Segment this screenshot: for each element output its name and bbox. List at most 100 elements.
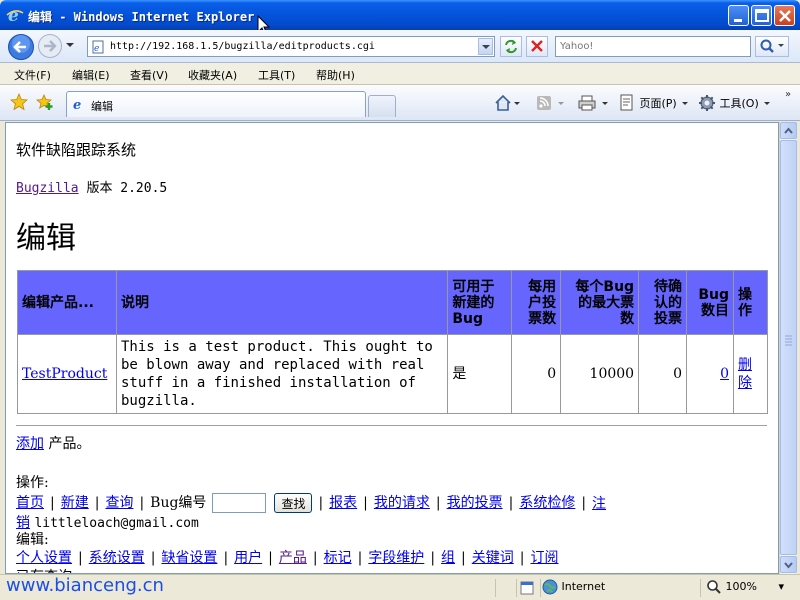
print-button[interactable] <box>578 94 610 112</box>
status-cell-security <box>516 579 538 597</box>
scroll-thumb[interactable] <box>780 140 797 555</box>
title-bar: e 编辑 - Windows Internet Explorer <box>0 0 800 36</box>
edit-whining-link[interactable]: 订阅 <box>530 550 558 566</box>
svg-text:e: e <box>94 44 99 54</box>
add-product-line: 添加 产品。 <box>16 433 90 453</box>
svg-text:e: e <box>73 98 81 111</box>
delete-link[interactable]: 删除 <box>738 357 752 391</box>
edit-parameters-link[interactable]: 系统设置 <box>89 550 145 566</box>
tab-bar: e 编辑 页面(P) 工具(O) » <box>0 85 800 121</box>
separator: | <box>461 550 466 566</box>
scroll-down-button[interactable] <box>780 556 797 573</box>
col-header-votes-to-confirm: 待确认的投票 <box>638 270 688 335</box>
security-zone[interactable]: Internet <box>542 579 605 597</box>
edit-fields-link[interactable]: 字段维护 <box>368 550 424 566</box>
search-input[interactable] <box>558 38 748 55</box>
page-menu-button[interactable]: 页面(P) <box>618 94 690 112</box>
search-button[interactable] <box>755 36 789 57</box>
edit-products-link[interactable]: 产品 <box>279 550 307 566</box>
url-text[interactable]: http://192.168.1.5/bugzilla/editproducts… <box>110 41 375 52</box>
favorites-star-icon[interactable] <box>10 93 28 111</box>
menu-bar: 文件(F) 编辑(E) 查看(V) 收藏夹(A) 工具(T) 帮助(H) <box>0 63 800 85</box>
product-link[interactable]: TestProduct <box>22 366 107 382</box>
svg-text:e: e <box>8 6 19 24</box>
actions-label: 操作: <box>16 475 49 491</box>
add-favorite-icon[interactable] <box>36 93 54 111</box>
version-line: Bugzilla 版本 2.20.5 <box>16 177 167 196</box>
separator: | <box>430 550 436 566</box>
bug-number-input[interactable] <box>212 493 267 513</box>
window-title: 编辑 - Windows Internet Explorer <box>28 10 255 24</box>
action-logout-link[interactable]: 注销 <box>592 493 606 513</box>
chevron-right-icon[interactable]: » <box>785 89 791 100</box>
scroll-up-button[interactable] <box>780 122 797 139</box>
saved-searches-label: 已存查询 <box>16 566 72 573</box>
forward-button[interactable] <box>37 33 63 59</box>
chevron-down-icon <box>682 102 689 105</box>
vertical-scrollbar[interactable] <box>779 122 797 574</box>
bug-count-link[interactable]: 0 <box>720 366 729 382</box>
cell-product: TestProduct <box>17 334 117 414</box>
action-home-link[interactable]: 首页 <box>16 495 44 511</box>
col-header-product: 编辑产品... <box>17 270 117 335</box>
new-tab-button[interactable] <box>368 95 396 117</box>
chevron-down-icon[interactable] <box>65 40 75 50</box>
stop-button[interactable] <box>526 36 548 57</box>
refresh-icon <box>505 39 517 54</box>
watermark-text: www.bianceng.cn <box>6 575 164 596</box>
globe-icon <box>542 579 558 595</box>
menu-edit[interactable]: 编辑(E) <box>72 67 110 83</box>
edit-groups-link[interactable]: 组 <box>441 550 455 566</box>
col-header-votes-per-user: 每用户投票数 <box>511 270 562 335</box>
close-icon <box>779 10 791 22</box>
table-header-row: 编辑产品... 说明 可用于新建的Bug 每用户投票数 每个Bug的最大票数 待… <box>17 270 769 335</box>
add-product-link[interactable]: 添加 <box>16 436 44 452</box>
action-my-requests-link[interactable]: 我的请求 <box>374 495 430 511</box>
action-query-link[interactable]: 查询 <box>105 495 133 511</box>
separator: | <box>581 495 587 511</box>
tools-menu-label: 工具(O) <box>719 97 759 110</box>
stop-icon <box>531 40 543 52</box>
zoom-control[interactable]: 100% ▾ <box>706 579 784 595</box>
menu-tools[interactable]: 工具(T) <box>258 67 295 83</box>
tools-menu-button[interactable]: 工具(O) <box>698 94 772 112</box>
search-box[interactable] <box>555 36 751 57</box>
edit-preferences-link[interactable]: 个人设置 <box>16 550 72 566</box>
menu-file[interactable]: 文件(F) <box>14 67 51 83</box>
separator: | <box>139 495 145 511</box>
action-new-link[interactable]: 新建 <box>61 495 89 511</box>
search-icon <box>760 39 784 53</box>
printer-icon <box>578 95 608 111</box>
edit-defaults-link[interactable]: 缺省设置 <box>161 550 217 566</box>
action-my-votes-link[interactable]: 我的投票 <box>447 495 503 511</box>
address-bar[interactable]: e http://192.168.1.5/bugzilla/editproduc… <box>87 36 495 57</box>
status-cell <box>495 579 515 597</box>
menu-view[interactable]: 查看(V) <box>130 67 168 83</box>
find-button[interactable]: 查找 <box>274 493 313 513</box>
action-reports-link[interactable]: 报表 <box>329 495 357 511</box>
address-dropdown-button[interactable] <box>478 38 493 55</box>
close-button[interactable] <box>774 5 795 26</box>
edit-flags-link[interactable]: 标记 <box>324 550 352 566</box>
table-row: TestProduct This is a test product. This… <box>17 334 769 414</box>
menu-help[interactable]: 帮助(H) <box>316 67 355 83</box>
tab-edit[interactable]: e 编辑 <box>66 91 366 117</box>
menu-favorites[interactable]: 收藏夹(A) <box>188 67 237 83</box>
edit-users-link[interactable]: 用户 <box>234 550 262 566</box>
edit-keywords-link[interactable]: 关键词 <box>472 550 514 566</box>
feeds-button[interactable] <box>536 94 566 112</box>
action-sanity-check-link[interactable]: 系统检修 <box>519 495 575 511</box>
popup-blocker-icon <box>520 581 534 595</box>
tab-label: 编辑 <box>91 100 113 113</box>
page-title: 编辑 <box>16 221 76 256</box>
bugzilla-link[interactable]: Bugzilla <box>16 181 79 196</box>
maximize-button[interactable] <box>751 5 772 26</box>
separator: | <box>318 495 324 511</box>
back-button[interactable] <box>7 33 35 61</box>
edit-label: 编辑: <box>16 532 49 548</box>
refresh-button[interactable] <box>500 36 522 57</box>
home-button[interactable] <box>494 94 520 112</box>
cell-action: 删除 <box>732 334 769 414</box>
zoom-level: 100% <box>725 580 757 593</box>
minimize-button[interactable] <box>728 5 749 26</box>
